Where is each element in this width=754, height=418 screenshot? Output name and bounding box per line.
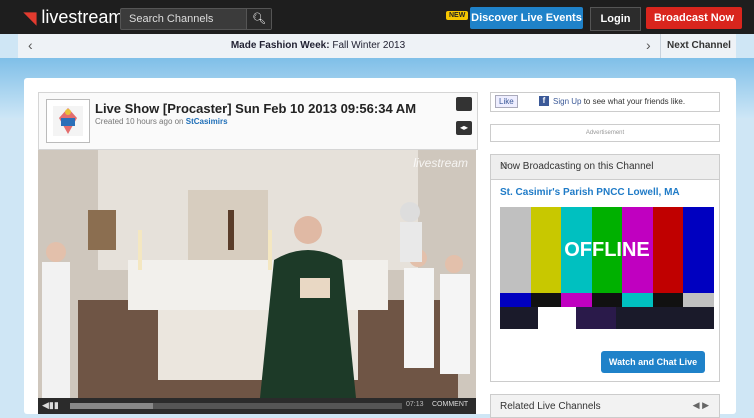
login-button[interactable]: Login	[590, 7, 641, 31]
search-icon[interactable]: 🔍︎	[246, 9, 271, 29]
livestream-logo[interactable]: ◥ livestream	[24, 7, 123, 28]
progress-fill	[70, 403, 153, 409]
player-header: Live Show [Procaster] Sun Feb 10 2013 09…	[38, 92, 478, 150]
embed-icon[interactable]: ◂▸	[456, 121, 472, 135]
broadcast-now-button[interactable]: Broadcast Now	[646, 7, 742, 29]
video-frame-image	[38, 150, 476, 398]
created-prefix: Created 10 hours ago on	[95, 117, 184, 126]
facebook-like-button[interactable]: Like	[495, 95, 518, 108]
livestream-watermark: livestream	[413, 156, 468, 170]
top-navigation-bar: ◥ livestream Search Channels 🔍︎ NEW Disc…	[0, 0, 754, 34]
share-icon[interactable]	[456, 97, 472, 111]
facebook-signup-link[interactable]: Sign Up	[553, 97, 581, 106]
event-title: Fall Winter 2013	[332, 40, 406, 51]
next-channel-button[interactable]: Next Channel	[660, 34, 737, 58]
event-navigation-bar: ‹ Made Fashion Week: Fall Winter 2013 › …	[18, 34, 736, 59]
video-title: Live Show [Procaster] Sun Feb 10 2013 09…	[95, 101, 417, 116]
comment-button[interactable]: COMMENT	[432, 401, 468, 408]
podcast-icon[interactable]: ☆	[500, 161, 711, 172]
facebook-like-box: Like f Sign Up to see what your friends …	[490, 92, 720, 112]
progress-bar[interactable]	[70, 403, 402, 409]
related-live-channels-header: Related Live Channels ◀ ▶	[490, 394, 720, 418]
logo-text: livestream	[41, 7, 124, 27]
signup-suffix: to see what your friends like.	[583, 97, 686, 106]
facebook-icon: f	[539, 96, 549, 106]
parish-crest-image	[53, 106, 83, 136]
watch-and-chat-live-button[interactable]: Watch and Chat Live	[601, 351, 705, 373]
facebook-signup-text: Sign Up to see what your friends like.	[553, 97, 685, 106]
time-display: 07:13	[406, 401, 424, 408]
discover-live-events-button[interactable]: Discover Live Events	[470, 7, 583, 29]
player-controls: ◀▮▮ 07:13 COMMENT	[38, 398, 476, 414]
channel-link[interactable]: StCasimirs	[186, 117, 228, 126]
livestream-logo-mark: ◥	[24, 10, 37, 27]
new-badge: NEW	[446, 11, 469, 20]
event-name: Made Fashion Week:	[230, 40, 330, 51]
video-created-info: Created 10 hours ago on StCasimirs	[95, 117, 228, 126]
broadcast-channel-link[interactable]: St. Casimir's Parish PNCC Lowell, MA	[500, 187, 680, 198]
next-channel-chevron-icon[interactable]: ›	[646, 37, 651, 53]
now-broadcasting-panel: Now Broadcasting on this Channel ☆ St. C…	[490, 154, 720, 382]
search-placeholder: Search Channels	[129, 13, 214, 25]
channel-avatar[interactable]	[46, 99, 90, 143]
related-live-channels-title: Related Live Channels	[500, 401, 601, 412]
advertisement-box: Advertisement	[490, 124, 720, 142]
video-player[interactable]: livestream	[38, 150, 476, 398]
now-broadcasting-header: Now Broadcasting on this Channel ☆	[491, 155, 719, 180]
current-event-link[interactable]: Made Fashion Week: Fall Winter 2013	[18, 40, 618, 51]
related-carousel-arrows-icon[interactable]: ◀ ▶	[693, 400, 709, 411]
volume-pause-icon[interactable]: ◀▮▮	[42, 400, 59, 411]
search-input[interactable]: Search Channels 🔍︎	[120, 8, 272, 30]
offline-label: OFFLINE	[564, 238, 650, 261]
